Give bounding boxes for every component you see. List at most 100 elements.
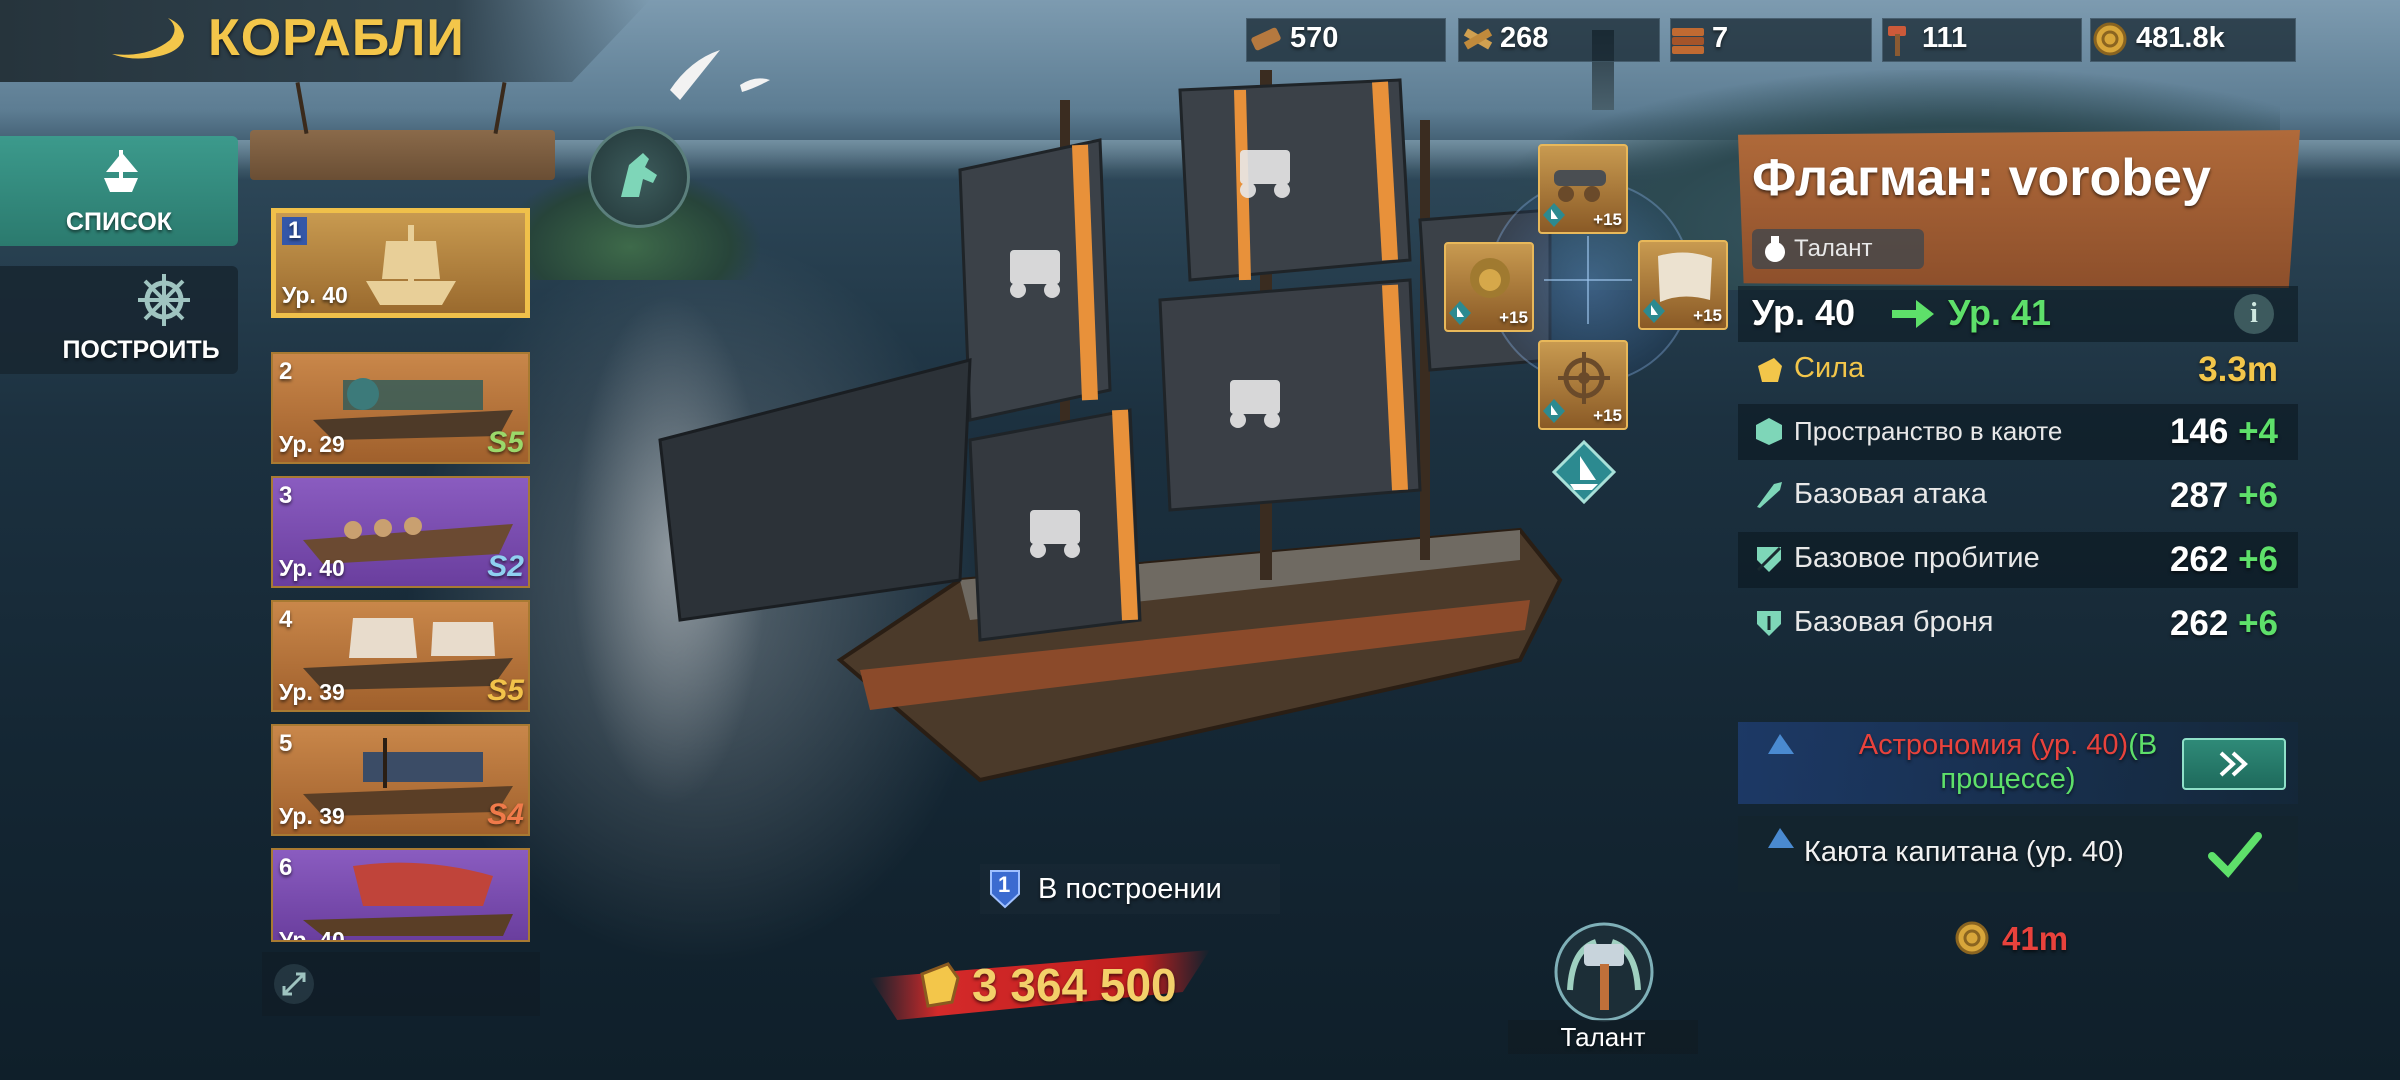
ship-card-4[interactable]: 4 Ур. 39 S5 [271, 600, 530, 712]
ship-card-6[interactable]: 6 Ур. 40 [271, 848, 530, 942]
stat-base: 262 [2169, 540, 2229, 579]
info-button[interactable]: i [2234, 294, 2274, 334]
talent-tag: Талант [1752, 229, 1924, 269]
ship-card-level: Ур. 40 [282, 282, 348, 308]
ship-card-1[interactable]: 1 Ур. 40 [271, 208, 530, 318]
ship-card-number: 4 [279, 606, 293, 633]
flagship-illustration[interactable] [540, 60, 1630, 860]
fist-icon [1758, 358, 1782, 382]
stat-plus: +6 [2238, 540, 2278, 579]
ship-card-5[interactable]: 5 Ур. 39 S4 [271, 724, 530, 836]
equip-bonus: +15 [1593, 406, 1622, 425]
talent-tag-label: Талант [1794, 235, 1873, 262]
stat-label: Базовая броня [1794, 606, 1994, 638]
stat-base: 146 [2169, 412, 2229, 451]
expand-view-button[interactable] [262, 952, 540, 1016]
fist-power-icon [920, 962, 960, 1008]
double-chevron-right-icon [2219, 751, 2248, 777]
ship-card-number: 5 [279, 730, 293, 757]
sign-rope-left [295, 82, 309, 134]
equip-bonus: +15 [1693, 306, 1722, 325]
guild-emblem-button[interactable] [588, 126, 690, 228]
plank-icon [1251, 27, 1281, 51]
flagship-title: Флагман: vorobey [1752, 149, 2211, 207]
stat-power-value: 3.3m [2198, 350, 2278, 389]
requirement-status-end: процессе) [1940, 763, 2076, 795]
ship-thumbnail [303, 862, 513, 936]
ship-silhouette-icon [366, 225, 456, 305]
stat-value: 262 +6 [2170, 604, 2278, 644]
stat-cabin: Пространство в каюте 146 +4 [1738, 404, 2298, 460]
helm-wheel-icon [138, 274, 190, 326]
ship-card-number: 1 [282, 217, 308, 245]
lumber-stack-icon [1672, 28, 1704, 54]
ship-card-tier: S5 [487, 674, 524, 707]
stat-label: Базовое пробитие [1794, 542, 2040, 574]
ship-card-number: 2 [279, 358, 293, 385]
level-current: Ур. 40 [1752, 292, 1856, 333]
stat-plus: +6 [2238, 476, 2278, 515]
equip-slot-sail[interactable]: +15 [1638, 240, 1728, 330]
level-row: Ур. 40 Ур. 41 i [1738, 286, 2298, 342]
sail-skill-diamond-icon[interactable] [1552, 440, 1616, 504]
ship-card-3[interactable]: 3 Ур. 40 S2 [271, 476, 530, 588]
stat-value: 146 +4 [2170, 412, 2278, 452]
talent-button[interactable]: Талант [1508, 920, 1698, 1054]
requirement-status-start: (В [2128, 729, 2158, 761]
sail-badge-icon [1543, 203, 1565, 227]
stat-label: Пространство в каюте [1794, 416, 2063, 446]
requirement-cabin: Каюта капитана (ур. 40) [1738, 816, 2298, 892]
ship-card-level: Ур. 40 [279, 555, 345, 581]
stat-attack: Базовая атака 287 +6 [1738, 468, 2298, 524]
cannon-icon [1554, 170, 1606, 202]
stat-value: 262 +6 [2170, 540, 2278, 580]
nav-build-button[interactable]: ПОСТРОИТЬ [0, 266, 238, 374]
equip-slot-cannon[interactable]: +15 [1538, 144, 1628, 234]
resource-plank-value: 570 [1290, 22, 1339, 54]
upgrade-cost: 41m [1952, 916, 2152, 964]
arrow-right-icon [1892, 300, 1934, 328]
crossed-timber-icon [1463, 28, 1493, 50]
requirement-text: Астрономия (ур. 40)(В процессе) [1818, 728, 2198, 796]
requirement-text: Каюта капитана (ур. 40) [1804, 836, 2124, 868]
stat-plus: +6 [2238, 604, 2278, 643]
equip-slot-figurehead[interactable]: +15 [1444, 242, 1534, 332]
back-swoosh-icon[interactable] [108, 14, 188, 60]
resource-gold-value: 481.8k [2136, 22, 2225, 54]
ship-card-number: 3 [279, 482, 293, 509]
ship-icon [104, 150, 138, 192]
compass-cross-icon [1544, 236, 1632, 324]
equip-slot-helm[interactable]: +15 [1538, 340, 1628, 430]
sail-badge-icon [1543, 399, 1565, 423]
ship-card-tier: S4 [487, 798, 524, 831]
formation-label: В построении [1038, 873, 1222, 905]
hammer-laurel-icon [1554, 922, 1654, 1022]
gold-coin-icon [1955, 921, 1989, 955]
stat-base: 262 [2169, 604, 2229, 643]
expand-icon [274, 964, 314, 1004]
ship-card-number: 6 [279, 854, 293, 881]
ship-card-level: Ур. 40 [279, 927, 345, 942]
nav-build-label: ПОСТРОИТЬ [62, 336, 220, 364]
stat-power: Сила 3.3m [1738, 342, 2298, 398]
hanging-sign [250, 130, 555, 180]
resource-hammer-value: 111 [1922, 22, 1968, 54]
formation-status: 1 В построении [980, 864, 1280, 914]
formation-number: 1 [998, 872, 1011, 897]
page-title: КОРАБЛИ [208, 9, 465, 67]
nav-list-button[interactable]: СПИСОК [0, 136, 238, 246]
stat-value: 287 +6 [2170, 476, 2278, 516]
ship-card-2[interactable]: 2 Ур. 29 S5 [271, 352, 530, 464]
go-to-research-button[interactable] [2182, 738, 2286, 790]
sail-badge-icon [1643, 299, 1665, 323]
equip-bonus: +15 [1593, 210, 1622, 229]
nav-list-label: СПИСОК [65, 208, 173, 236]
talent-pouch-icon [1765, 236, 1785, 262]
attack-icon [1757, 482, 1782, 508]
stat-armor: Базовая броня 262 +6 [1738, 596, 2298, 652]
pierce-shield-icon [1756, 546, 1782, 572]
seagulls [670, 50, 770, 100]
horse-knight-icon [621, 153, 657, 197]
upgrade-cost-value: 41m [2002, 920, 2069, 957]
stat-plus: +4 [2238, 412, 2278, 451]
